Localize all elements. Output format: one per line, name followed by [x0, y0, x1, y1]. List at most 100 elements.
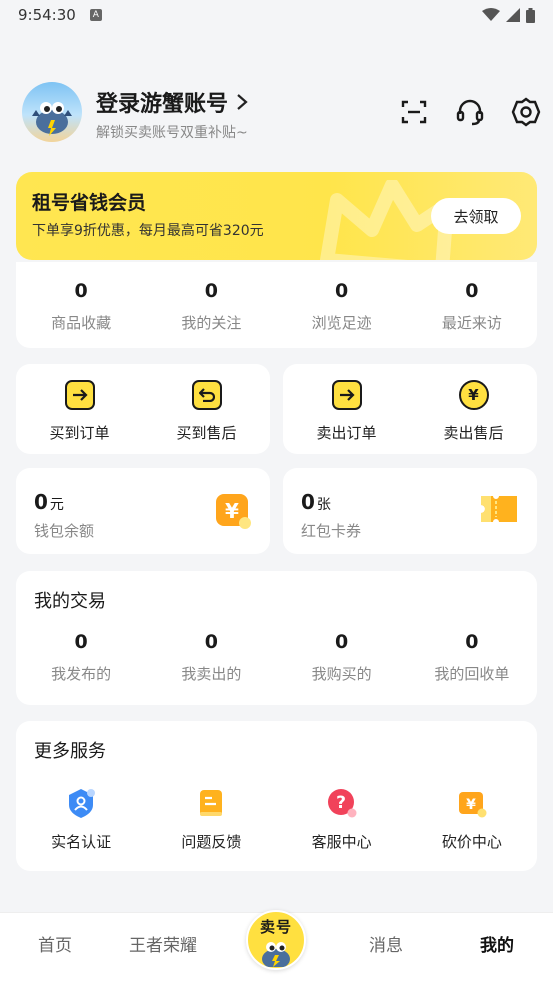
login-link[interactable]: 登录游蟹账号 [96, 86, 248, 118]
service-feedback[interactable]: 问题反馈 [146, 787, 276, 852]
coupons-value-row: 0张 [301, 490, 331, 514]
trade-value: 0 [74, 631, 88, 653]
tab-mine-label: 我的 [480, 936, 514, 956]
scan-button[interactable] [398, 96, 430, 128]
stat-favorites[interactable]: 0 商品收藏 [16, 262, 146, 348]
wallet-label: 钱包余额 [34, 522, 95, 540]
wifi-icon [482, 8, 500, 21]
service-support-center[interactable]: ? 客服中心 [277, 787, 407, 852]
wallet-value: 0 [34, 490, 48, 514]
status-bar: 9:54:30 A [0, 0, 553, 30]
trade-value: 0 [465, 631, 479, 653]
wallet-unit: 元 [49, 497, 64, 513]
stat-label: 商品收藏 [51, 314, 112, 332]
notification-a-icon: A [89, 9, 102, 21]
buy-orders-card: 买到订单 买到售后 [16, 364, 270, 454]
crab-mascot-icon [32, 102, 72, 136]
login-title: 登录游蟹账号 [96, 92, 229, 117]
service-label: 砍价中心 [441, 833, 502, 851]
svg-text:¥: ¥ [466, 797, 476, 813]
trade-sold[interactable]: 0 我卖出的 [146, 625, 276, 695]
scan-icon [401, 100, 427, 124]
trade-value: 0 [335, 631, 349, 653]
wallet-value-row: 0元 [34, 490, 64, 514]
tab-messages[interactable]: 消息 [369, 931, 403, 956]
coupons-label: 红包卡券 [301, 522, 362, 540]
service-label: 问题反馈 [181, 833, 242, 851]
settings-button[interactable] [510, 96, 542, 128]
feedback-doc-icon [195, 787, 227, 819]
bought-orders-button[interactable]: 买到订单 [16, 364, 143, 454]
claim-button[interactable]: 去领取 [431, 198, 521, 234]
bought-aftersale-button[interactable]: 买到售后 [143, 364, 270, 454]
wallet-yen-icon: ¥ [216, 494, 251, 529]
coupons-unit: 张 [316, 497, 331, 513]
return-box-icon [191, 380, 222, 410]
coupons-value: 0 [301, 490, 315, 514]
service-bargain-center[interactable]: ¥ 砍价中心 [407, 787, 537, 852]
sold-aftersale-button[interactable]: ¥ 卖出售后 [410, 364, 537, 454]
sold-orders-button[interactable]: 卖出订单 [283, 364, 410, 454]
stats-card: 0 商品收藏 0 我的关注 0 浏览足迹 0 最近来访 [16, 262, 537, 348]
order-label: 买到售后 [176, 424, 237, 442]
ticket-icon [481, 496, 517, 522]
coupons-card[interactable]: 0张 红包卡券 [283, 468, 537, 554]
stat-visitors[interactable]: 0 最近来访 [407, 262, 537, 348]
signal-icon [506, 8, 520, 22]
stat-value: 0 [74, 280, 88, 302]
avatar[interactable] [22, 82, 82, 142]
status-time: 9:54:30 [18, 6, 76, 24]
stat-label: 浏览足迹 [311, 314, 372, 332]
trade-label: 我购买的 [311, 665, 372, 683]
tab-mine[interactable]: 我的 [480, 931, 514, 956]
sell-label: 卖号 [259, 918, 292, 936]
gear-icon [511, 97, 541, 127]
order-label: 卖出售后 [443, 424, 504, 442]
service-label: 客服中心 [311, 833, 372, 851]
order-label: 卖出订单 [316, 424, 377, 442]
trade-label: 我的回收单 [434, 665, 510, 683]
service-real-name[interactable]: 实名认证 [16, 787, 146, 852]
service-label: 实名认证 [51, 833, 112, 851]
login-subtitle: 解锁买卖账号双重补贴~ [96, 125, 248, 141]
sell-account-button[interactable]: 卖号 [246, 910, 306, 970]
trade-published[interactable]: 0 我发布的 [16, 625, 146, 695]
tab-home[interactable]: 首页 [38, 931, 72, 956]
wallet-card[interactable]: 0元 钱包余额 ¥ [16, 468, 270, 554]
header-actions [398, 96, 542, 128]
stat-history[interactable]: 0 浏览足迹 [277, 262, 407, 348]
more-services-card: 更多服务 实名认证 问题反馈 ? 客服中心 ¥ 砍价中心 [16, 721, 537, 871]
crab-mascot-icon [262, 942, 290, 967]
arrow-right-box-icon [331, 380, 362, 410]
member-description: 下单享9折优惠，每月最高可省320元 [32, 223, 264, 239]
battery-icon [526, 7, 535, 23]
order-label: 买到订单 [49, 424, 110, 442]
svg-text:?: ? [336, 793, 346, 813]
yen-tag-icon: ¥ [456, 787, 488, 819]
stat-label: 我的关注 [181, 314, 242, 332]
member-banner[interactable]: 租号省钱会员 下单享9折优惠，每月最高可省320元 去领取 [16, 172, 537, 260]
my-trades-card: 我的交易 0 我发布的 0 我卖出的 0 我购买的 0 我的回收单 [16, 571, 537, 705]
arrow-right-box-icon [64, 380, 95, 410]
stat-value: 0 [465, 280, 479, 302]
svg-text:¥: ¥ [225, 499, 239, 523]
tab-game[interactable]: 王者荣耀 [129, 931, 197, 956]
shield-user-icon [65, 787, 97, 819]
customer-service-button[interactable] [454, 96, 486, 128]
trade-label: 我发布的 [51, 665, 112, 683]
trade-value: 0 [204, 631, 218, 653]
profile-header: 登录游蟹账号 解锁买卖账号双重补贴~ [22, 82, 542, 144]
stat-value: 0 [204, 280, 218, 302]
member-title: 租号省钱会员 [32, 192, 147, 214]
headset-icon [456, 99, 484, 126]
trade-recycle[interactable]: 0 我的回收单 [407, 625, 537, 695]
question-icon: ? [326, 787, 358, 819]
trade-section-title: 我的交易 [34, 591, 106, 612]
stat-value: 0 [335, 280, 349, 302]
sell-orders-card: 卖出订单 ¥ 卖出售后 [283, 364, 537, 454]
stat-following[interactable]: 0 我的关注 [146, 262, 276, 348]
chevron-right-icon [237, 94, 248, 110]
stat-label: 最近来访 [441, 314, 502, 332]
trade-label: 我卖出的 [181, 665, 242, 683]
trade-bought[interactable]: 0 我购买的 [277, 625, 407, 695]
